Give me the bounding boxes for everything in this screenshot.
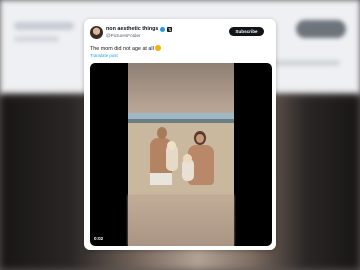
video-player[interactable]: 0:02	[90, 63, 272, 246]
author-handle[interactable]: @PicturesFoIder	[106, 33, 141, 38]
author-name-row: non aesthetic things 𝕏	[106, 26, 173, 32]
video-person-man-shorts	[150, 173, 172, 185]
background-text-blur	[14, 36, 59, 42]
video-lower-blur	[128, 195, 234, 246]
video-person-man-head	[157, 127, 167, 139]
video-frame	[128, 63, 234, 246]
post-text: The mom did not age at all	[90, 45, 161, 52]
background-button-blur	[296, 20, 346, 38]
video-person-woman-face	[196, 134, 204, 143]
post-text-content: The mom did not age at all	[90, 46, 154, 52]
video-elapsed-time: 0:02	[94, 236, 104, 241]
avatar[interactable]	[90, 26, 103, 39]
post-card[interactable]: non aesthetic things 𝕏 @PicturesFoIder S…	[84, 19, 276, 250]
video-baby-one-head	[167, 141, 176, 150]
video-sand	[128, 123, 234, 195]
subscribe-button[interactable]: Subscribe	[229, 27, 264, 36]
smiling-face-emoji	[154, 45, 161, 51]
video-baby-two-head	[183, 154, 192, 163]
display-name[interactable]: non aesthetic things	[106, 26, 158, 32]
translate-post-link[interactable]: Translate post	[90, 53, 118, 58]
x-logo-icon: 𝕏	[167, 26, 173, 32]
background-text-blur	[14, 22, 74, 30]
verified-badge-icon	[160, 26, 166, 32]
